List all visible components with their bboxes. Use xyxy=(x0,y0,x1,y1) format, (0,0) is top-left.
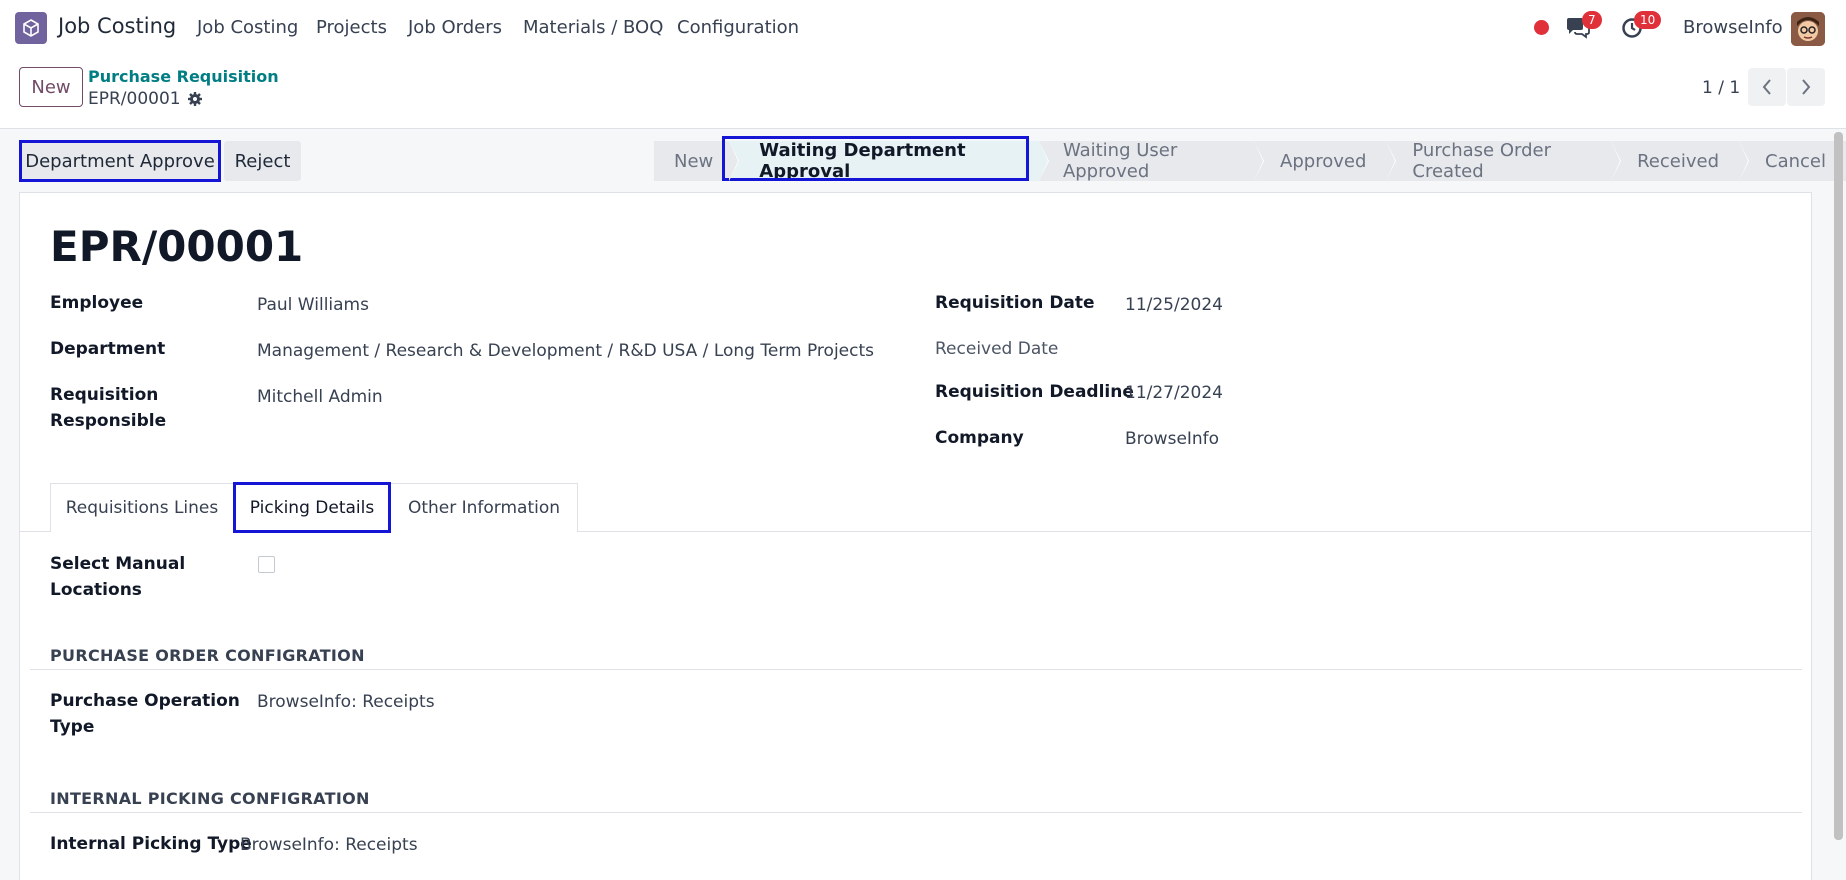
purchase-order-config-divider xyxy=(30,669,1802,670)
breadcrumb-current-label: EPR/00001 xyxy=(88,89,181,109)
user-avatar[interactable] xyxy=(1791,12,1825,46)
stage-received[interactable]: Received xyxy=(1611,141,1749,181)
requisition-deadline-label: Requisition Deadline xyxy=(935,382,1134,402)
stage-purchase-order-created-label: Purchase Order Created xyxy=(1412,140,1552,182)
department-field[interactable]: Management / Research & Development / R&… xyxy=(257,338,874,364)
highlight-department-approve xyxy=(19,140,221,182)
tab-other-information-label: Other Information xyxy=(407,498,561,518)
requisition-responsible-label-line1: Requisition xyxy=(50,385,159,405)
purchase-operation-type-label-line1: Purchase Operation xyxy=(50,691,240,711)
stage-waiting-user-approved-label: Waiting User Approved xyxy=(1062,140,1178,182)
stage-cancel[interactable]: Cancel xyxy=(1739,141,1846,181)
employee-label: Employee xyxy=(50,293,144,313)
internal-picking-type-label: Internal Picking Type xyxy=(50,834,252,854)
requisition-date-label: Requisition Date xyxy=(935,293,1095,313)
pager-previous-button[interactable] xyxy=(1748,68,1786,106)
box-icon xyxy=(23,19,39,37)
stage-purchase-order-created[interactable]: Purchase Order Created xyxy=(1386,140,1621,182)
chevron-right-icon xyxy=(1802,79,1811,95)
pager-value[interactable]: 1 / 1 xyxy=(1702,78,1740,98)
company-switcher[interactable]: BrowseInfo xyxy=(1683,17,1783,38)
record-title: EPR/00001 xyxy=(50,222,304,271)
highlight-picking-details-tab xyxy=(233,482,391,533)
stage-approved-label: Approved xyxy=(1280,150,1367,172)
stage-approved[interactable]: Approved xyxy=(1254,141,1397,181)
status-dot-icon[interactable] xyxy=(1534,20,1549,35)
menu-projects[interactable]: Projects xyxy=(316,17,387,38)
stage-cancel-label: Cancel xyxy=(1765,150,1826,172)
employee-field[interactable]: Paul Williams xyxy=(257,292,369,318)
stage-received-label: Received xyxy=(1637,150,1720,172)
app-name[interactable]: Job Costing xyxy=(58,14,176,38)
activities-badge: 10 xyxy=(1634,11,1662,29)
requisition-deadline-field[interactable]: 11/27/2024 xyxy=(1125,380,1223,406)
chevron-left-icon xyxy=(1762,79,1771,95)
received-date-label: Received Date xyxy=(935,339,1059,359)
new-button[interactable]: New xyxy=(19,67,83,107)
tab-other-information[interactable]: Other Information xyxy=(390,483,578,532)
purchase-order-config-heading: PURCHASE ORDER CONFIGRATION xyxy=(50,646,365,665)
select-manual-locations-label-line1: Select Manual xyxy=(50,554,186,574)
menu-materials-boq[interactable]: Materials / BOQ xyxy=(523,17,663,38)
company-field[interactable]: BrowseInfo xyxy=(1125,426,1219,452)
top-navbar: Job Costing Job Costing Projects Job Ord… xyxy=(0,0,1846,56)
purchase-operation-type-label-line2: Type xyxy=(50,717,95,737)
tab-requisitions-lines-label: Requisitions Lines xyxy=(65,498,219,518)
purchase-operation-type-field[interactable]: BrowseInfo: Receipts xyxy=(257,689,435,715)
app-icon[interactable] xyxy=(15,12,47,44)
company-label: Company xyxy=(935,428,1024,448)
menu-configuration[interactable]: Configuration xyxy=(677,17,799,38)
stage-waiting-user-approved[interactable]: Waiting User Approved xyxy=(1038,140,1265,182)
gear-icon[interactable] xyxy=(187,91,203,107)
requisition-responsible-label-line2: Responsible xyxy=(50,411,167,431)
highlight-active-stage xyxy=(722,136,1029,181)
reject-button[interactable]: Reject xyxy=(224,141,301,181)
internal-picking-config-heading: INTERNAL PICKING CONFIGRATION xyxy=(50,789,370,808)
stage-new[interactable]: New xyxy=(654,141,740,181)
internal-picking-type-field[interactable]: BrowseInfo: Receipts xyxy=(240,832,418,858)
messages-badge: 7 xyxy=(1582,11,1602,29)
menu-job-orders[interactable]: Job Orders xyxy=(408,17,502,38)
breadcrumb-parent-link[interactable]: Purchase Requisition xyxy=(88,67,279,86)
breadcrumb-current: EPR/00001 xyxy=(88,89,203,109)
page-scrollbar[interactable] xyxy=(1834,132,1843,840)
stage-new-label: New xyxy=(674,150,714,172)
pager-next-button[interactable] xyxy=(1787,68,1825,106)
select-manual-locations-checkbox[interactable] xyxy=(258,556,275,573)
requisition-date-field[interactable]: 11/25/2024 xyxy=(1125,292,1223,318)
internal-picking-config-divider xyxy=(30,812,1802,813)
requisition-responsible-field[interactable]: Mitchell Admin xyxy=(257,384,383,410)
menu-job-costing[interactable]: Job Costing xyxy=(197,17,298,38)
tab-requisitions-lines[interactable]: Requisitions Lines xyxy=(50,483,234,532)
department-label: Department xyxy=(50,339,166,359)
select-manual-locations-label-line2: Locations xyxy=(50,580,142,600)
